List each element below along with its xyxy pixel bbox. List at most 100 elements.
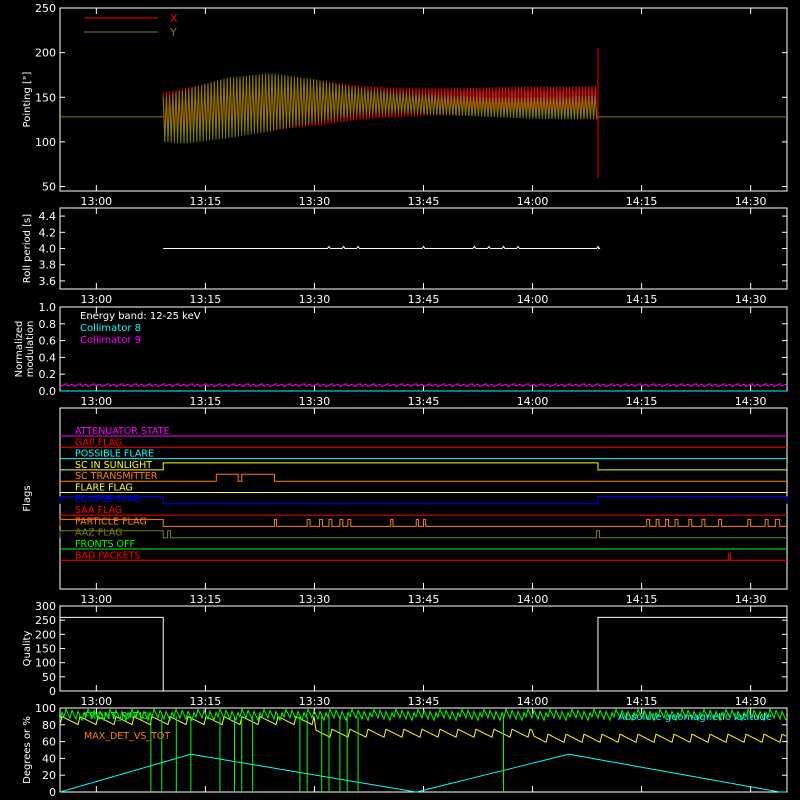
- panel-1: 13:00 13:15 13:30 13:45 14:00 14:15 14:30 Roll …: [22, 207, 788, 306]
- collimator-9-line: [59, 382, 787, 388]
- x-tick-label: 13:45: [408, 293, 440, 306]
- y-axis-label: Flags: [22, 485, 33, 511]
- y-tick-label: 50: [42, 181, 56, 194]
- flag-label: FLARE FLAG: [75, 483, 133, 494]
- y-tick-label: 0: [49, 685, 56, 698]
- x-tick-label: 13:15: [190, 395, 222, 408]
- x-tick-label: 14:00: [517, 195, 549, 208]
- x-tick-label: 13:45: [408, 195, 440, 208]
- x-tick-label: 13:15: [190, 195, 222, 208]
- x-tick-label: 13:45: [408, 395, 440, 408]
- x-tick-label: 14:00: [517, 695, 549, 708]
- y-tick-label: 4.4: [39, 210, 57, 223]
- x-tick-label: 14:00: [517, 293, 549, 306]
- x-tick-label: 14:00: [517, 593, 549, 606]
- flag-trace: [60, 462, 787, 471]
- y-axis-label-line: Normalized: [14, 321, 25, 378]
- x-tick-label: 14:30: [735, 695, 767, 708]
- y-tick-label: 250: [35, 2, 56, 15]
- flag-label: SC TRANSMITTER: [75, 471, 158, 482]
- y-tick-label: 250: [35, 614, 56, 627]
- y-tick-label: 4.0: [39, 243, 57, 256]
- x-tick-label: 14:30: [735, 593, 767, 606]
- y-tick-label: 0.4: [39, 351, 57, 364]
- energy-band-annotation: Energy band: 12-25 keV: [80, 311, 201, 322]
- x-tick-label: 14:30: [735, 293, 767, 306]
- y-tick-label: 0.6: [39, 335, 57, 348]
- quality-line: [60, 616, 787, 692]
- y-tick-label: 0.2: [39, 368, 57, 381]
- panel-frame: [59, 605, 788, 692]
- flag-trace: [60, 473, 787, 482]
- y-tick-label: 0.8: [39, 318, 57, 331]
- y-axis-label-line: modulation: [25, 321, 36, 378]
- x-tick-label: 13:00: [80, 395, 112, 408]
- x-tick-label: 13:45: [408, 593, 440, 606]
- y-tick-label: 100: [35, 657, 56, 670]
- y-tick-label: 0.0: [39, 385, 57, 398]
- y-tick-label: 100: [35, 702, 56, 715]
- legend-label-geomag-latitude: Absolute geomagnetic latitude: [618, 712, 772, 723]
- flag-label: FRONTS OFF: [75, 539, 135, 550]
- legend-label-front-ratio: FRONT_RATIO: [84, 711, 149, 722]
- y-tick-label: 4.2: [39, 226, 57, 239]
- x-tick-label: 14:15: [626, 395, 658, 408]
- legend-label-max-det-vs-tot: MAX_DET_VS_TOT: [84, 731, 170, 742]
- panel-0: 13:00 13:15 13:30 13:45 14:00 14:15 14:30 Point…: [22, 2, 788, 208]
- flag-trace: [59, 496, 788, 505]
- pointing-y-line: [162, 73, 598, 144]
- legend-label-collimator-8: Collimator 8: [80, 323, 141, 334]
- flag-trace: [60, 552, 787, 561]
- x-tick-label: 13:30: [299, 195, 331, 208]
- panel-2: 13:00 13:15 13:30 13:45 14:00 14:15 14:30 Norma…: [14, 301, 788, 408]
- x-tick-label: 13:15: [190, 293, 222, 306]
- y-tick-label: 3.6: [39, 275, 57, 288]
- flag-label: SAA FLAG: [75, 505, 122, 516]
- flag-label: GAP FLAG: [75, 437, 122, 448]
- x-tick-label: 14:15: [626, 593, 658, 606]
- hessi-summary-figure: 13:00 13:15 13:30 13:45 14:00 14:15 14:30 Point…: [14, 2, 788, 799]
- flag-label: SC IN SUNLIGHT: [75, 460, 152, 471]
- x-tick-label: 13:15: [190, 695, 222, 708]
- y-axis-label: Normalizedmodulation: [14, 321, 36, 378]
- flag-label: ECLIPSE FLAG: [75, 494, 141, 505]
- roll-period-line: [163, 245, 601, 249]
- x-tick-label: 13:00: [80, 695, 112, 708]
- y-tick-label: 300: [35, 600, 56, 613]
- y-tick-label: 1.0: [39, 301, 57, 314]
- x-tick-label: 13:00: [80, 293, 112, 306]
- y-tick-label: 3.8: [39, 259, 57, 272]
- panel-5: Degrees or % 0 20 40 60 80 100 FRONT_RATIO MAX_D…: [22, 702, 788, 799]
- x-tick-label: 13:45: [408, 695, 440, 708]
- x-tick-label: 14:15: [626, 195, 658, 208]
- y-axis-label: Pointing ["]: [22, 71, 33, 127]
- y-tick-label: 100: [35, 136, 56, 149]
- flag-label: ATTENUATOR STATE: [75, 426, 170, 437]
- x-tick-label: 13:30: [299, 395, 331, 408]
- y-tick-label: 200: [35, 47, 56, 60]
- flag-label: AAZ FLAG: [75, 528, 122, 539]
- x-tick-label: 14:30: [735, 395, 767, 408]
- y-tick-label: 60: [42, 736, 56, 749]
- panel-4: 13:00 13:15 13:30 13:45 14:00 14:15 14:30 Quali…: [22, 600, 788, 708]
- flag-label: POSSIBLE FLARE: [75, 449, 154, 460]
- y-tick-label: 40: [42, 752, 56, 765]
- y-tick-label: 150: [35, 643, 56, 656]
- y-axis-label: Roll period [s]: [22, 214, 33, 283]
- x-tick-label: 13:30: [299, 293, 331, 306]
- y-tick-label: 20: [42, 769, 56, 782]
- panel-3: 13:00 13:15 13:30 13:45 14:00 14:15 14:30 Flags…: [22, 407, 788, 606]
- x-tick-label: 14:00: [517, 395, 549, 408]
- y-axis-label: Quality: [22, 631, 33, 667]
- legend-label-collimator-9: Collimator 9: [80, 335, 141, 346]
- x-tick-label: 13:15: [190, 593, 222, 606]
- x-tick-label: 13:30: [299, 593, 331, 606]
- y-axis-label: Degrees or %: [22, 716, 33, 784]
- y-tick-label: 150: [35, 91, 56, 104]
- flag-trace: [59, 518, 787, 527]
- y-tick-label: 0: [49, 786, 56, 799]
- x-tick-label: 13:00: [80, 593, 112, 606]
- flag-label: PARTICLE FLAG: [75, 516, 147, 527]
- x-tick-label: 13:00: [80, 195, 112, 208]
- y-tick-label: 80: [42, 719, 56, 732]
